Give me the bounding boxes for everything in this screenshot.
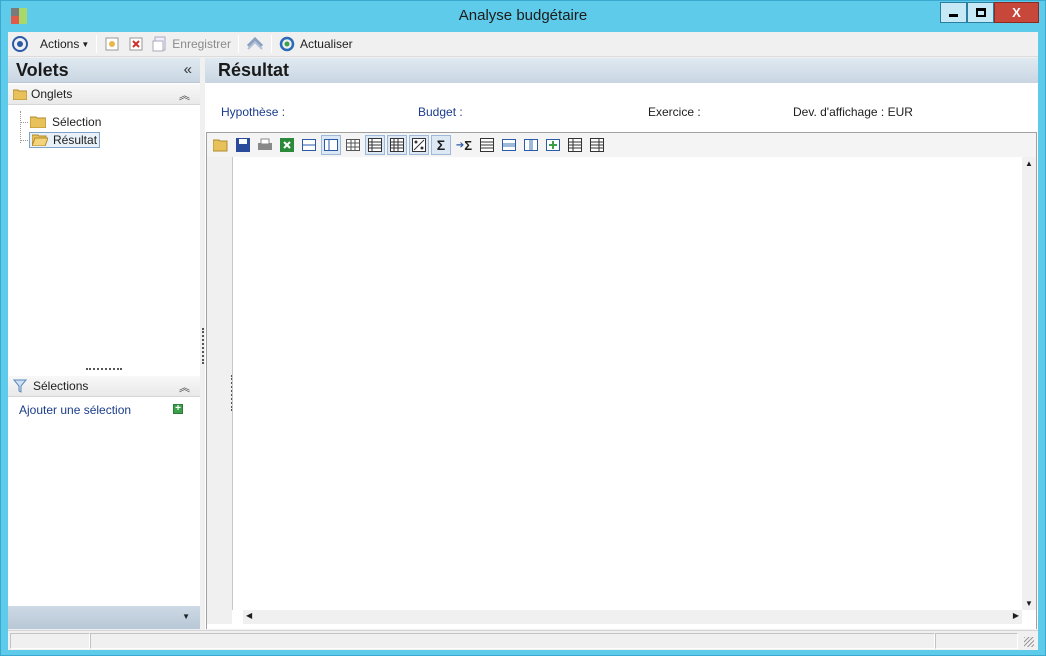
table-insert-icon[interactable] <box>565 135 585 155</box>
tabs-section-title: Onglets <box>31 87 73 101</box>
table-percent-icon[interactable] <box>409 135 429 155</box>
table-collapse-icon[interactable] <box>365 135 385 155</box>
grid-view-icon[interactable] <box>343 135 363 155</box>
left-pane-header: Volets « <box>8 58 200 83</box>
tree-connector <box>20 111 21 143</box>
grid-toolbar: Σ ➔ Σ <box>207 133 1036 157</box>
status-cell <box>90 633 935 649</box>
right-pane-header: Résultat <box>205 58 1038 83</box>
budget-field[interactable]: Budget : <box>418 105 463 119</box>
resize-grip-icon[interactable] <box>1024 637 1034 647</box>
layout-rows-icon[interactable] <box>299 135 319 155</box>
chevron-down-icon: ▼ <box>81 39 90 49</box>
delete-icon <box>129 37 143 51</box>
column-group-icon[interactable] <box>499 135 519 155</box>
vertical-scrollbar[interactable]: ▲ ▼ <box>1022 157 1036 610</box>
tree-item-label: Sélection <box>52 115 102 129</box>
client-area: Actions ▼ Enregistrer Actualiser Volets … <box>8 32 1038 650</box>
add-selection-icon[interactable]: + <box>173 404 183 414</box>
selections-section-title: Sélections <box>33 379 89 393</box>
toolbar-separator <box>96 35 98 53</box>
status-cell <box>10 633 90 649</box>
delete-button[interactable] <box>124 33 148 55</box>
minimize-button[interactable] <box>940 2 967 23</box>
folder-open-icon <box>32 134 48 146</box>
tabs-section-header[interactable]: Onglets ︽ <box>8 84 200 105</box>
add-selection-link[interactable]: Ajouter une sélection <box>19 403 131 417</box>
actions-menu[interactable]: Actions ▼ <box>32 33 93 55</box>
main-toolbar: Actions ▼ Enregistrer Actualiser <box>8 32 1038 57</box>
pivot-grid: Σ ➔ Σ ▲ ▼ ◀ ▶ <box>206 132 1037 629</box>
display-currency-field: Dev. d'affichage : EUR <box>793 105 913 119</box>
grid-row-header-strip <box>207 157 233 624</box>
sum-icon[interactable]: Σ <box>431 135 451 155</box>
table-remove-icon[interactable] <box>587 135 607 155</box>
tree-connector <box>20 122 28 123</box>
selected-tree-node[interactable]: Résultat <box>29 132 101 148</box>
scroll-right-icon[interactable]: ▶ <box>1013 611 1019 620</box>
table-add-icon[interactable] <box>543 135 563 155</box>
chevron-up-icon[interactable]: ︽ <box>179 379 190 395</box>
sync-button[interactable] <box>242 33 268 55</box>
chevron-up-icon[interactable]: ︽ <box>179 87 190 103</box>
maximize-button[interactable] <box>967 2 994 23</box>
new-document-icon <box>105 37 119 51</box>
save-document-icon <box>152 36 166 52</box>
right-pane: Résultat Hypothèse : Budget : Exercice :… <box>205 58 1038 629</box>
folder-icon <box>30 116 46 128</box>
new-button[interactable] <box>100 33 124 55</box>
floppy-save-icon[interactable] <box>233 135 253 155</box>
open-folder-icon[interactable] <box>211 135 231 155</box>
table-expand-icon[interactable] <box>387 135 407 155</box>
horizontal-scrollbar[interactable]: ◀ ▶ <box>243 610 1022 624</box>
scroll-left-icon[interactable]: ◀ <box>246 611 252 620</box>
grid-cells-area[interactable] <box>232 157 1022 610</box>
page-title: Résultat <box>218 60 290 80</box>
left-pane: Volets « Onglets ︽ Sélection Résultat Sé… <box>8 58 200 629</box>
status-cell <box>935 633 1018 649</box>
app-window: Analyse budgétaire X Actions ▼ Enregistr… <box>0 0 1046 656</box>
close-icon: X <box>1012 5 1021 20</box>
selections-section-header[interactable]: Sélections ︽ <box>8 376 200 397</box>
left-pane-footer[interactable]: ▼ <box>8 606 200 629</box>
sync-icon <box>246 36 264 50</box>
splitter-grip[interactable] <box>202 328 204 364</box>
toolbar-separator <box>270 35 272 53</box>
hypothese-field[interactable]: Hypothèse : <box>221 105 285 119</box>
row-height-icon[interactable] <box>477 135 497 155</box>
save-button[interactable]: Enregistrer <box>148 33 235 55</box>
window-title: Analyse budgétaire <box>458 7 588 24</box>
tree-item-selection[interactable]: Sélection <box>30 114 101 130</box>
tree-connector <box>20 140 28 141</box>
save-label: Enregistrer <box>172 37 231 51</box>
folder-icon <box>13 89 27 100</box>
target-icon <box>12 36 28 52</box>
minimize-icon <box>949 14 958 17</box>
splitter-grip[interactable] <box>86 368 122 370</box>
layout-columns-icon[interactable] <box>321 135 341 155</box>
refresh-button[interactable]: Actualiser <box>275 33 357 55</box>
actions-icon-button[interactable] <box>8 33 32 55</box>
actions-label: Actions <box>40 37 80 51</box>
title-bar[interactable]: Analyse budgétaire X <box>1 1 1045 31</box>
excel-export-icon[interactable] <box>277 135 297 155</box>
close-button[interactable]: X <box>994 2 1039 23</box>
print-icon[interactable] <box>255 135 275 155</box>
tree-item-resultat[interactable]: Résultat <box>29 132 101 148</box>
chevron-down-icon[interactable]: ▼ <box>182 612 190 621</box>
refresh-label: Actualiser <box>299 37 353 51</box>
status-bar <box>8 630 1038 650</box>
scroll-up-icon[interactable]: ▲ <box>1025 159 1033 168</box>
exercice-field: Exercice : <box>648 105 701 119</box>
left-pane-title: Volets <box>16 60 69 80</box>
tree-item-label: Résultat <box>53 133 98 147</box>
add-sum-icon[interactable]: ➔ Σ <box>453 135 475 155</box>
maximize-icon <box>975 8 986 17</box>
refresh-icon <box>279 36 295 52</box>
toolbar-separator <box>237 35 239 53</box>
filter-icon <box>13 379 27 393</box>
column-split-icon[interactable] <box>521 135 541 155</box>
collapse-pane-button[interactable]: « <box>184 61 192 78</box>
scroll-down-icon[interactable]: ▼ <box>1025 599 1033 608</box>
